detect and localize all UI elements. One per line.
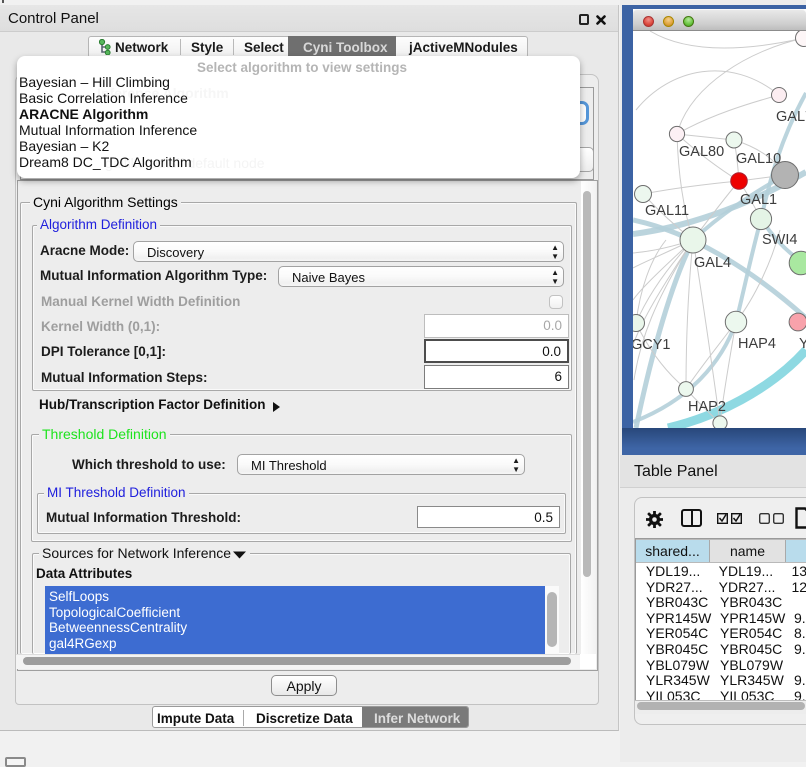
svg-text:SWI4: SWI4 (762, 232, 797, 248)
svg-text:GAL7: GAL7 (776, 109, 806, 125)
svg-text:GAL4: GAL4 (694, 255, 731, 271)
svg-text:GAL1: GAL1 (740, 192, 777, 208)
svg-text:GAL80: GAL80 (679, 144, 724, 160)
svg-text:GAL10: GAL10 (736, 151, 781, 167)
svg-text:HAP2: HAP2 (688, 399, 726, 415)
svg-text:HAP4: HAP4 (738, 336, 776, 352)
svg-text:Y: Y (799, 336, 806, 352)
svg-text:GAL11: GAL11 (645, 203, 689, 219)
svg-text:GCY1: GCY1 (633, 337, 671, 353)
